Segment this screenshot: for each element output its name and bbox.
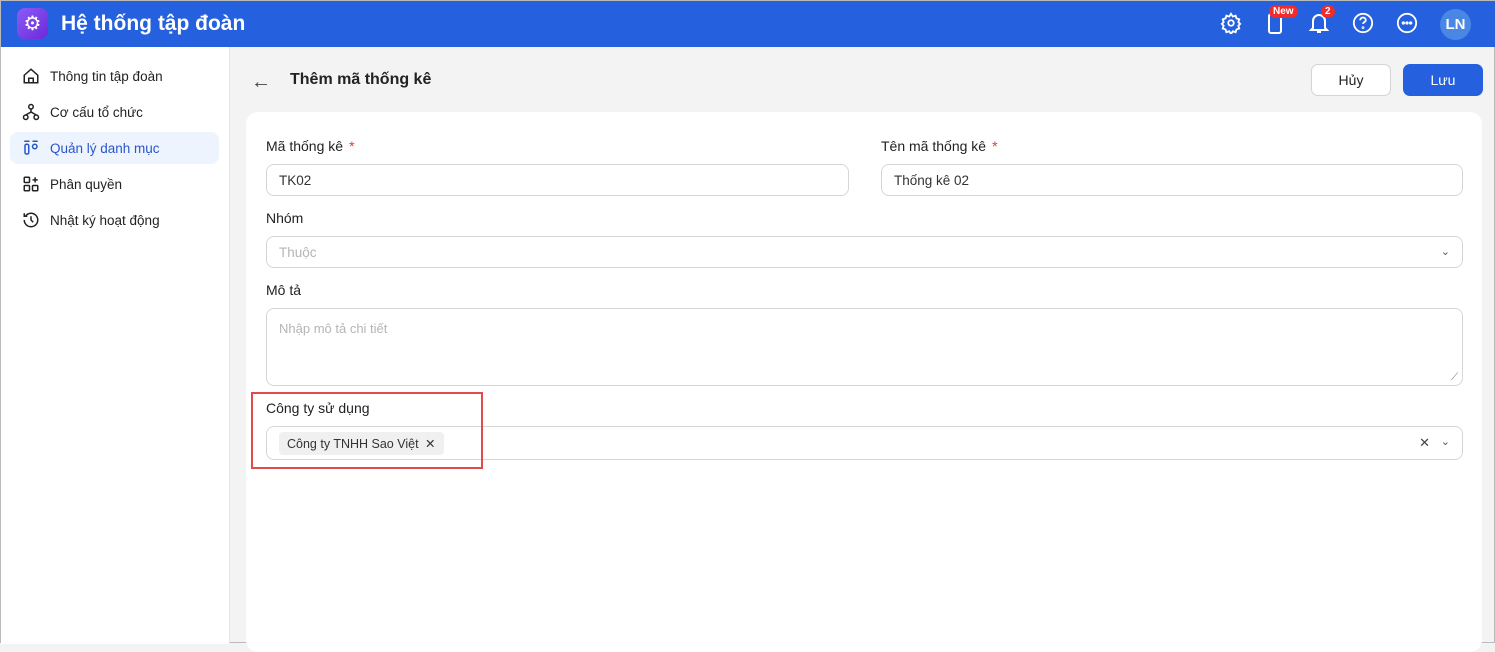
sidebar-item-label: Quản lý danh mục	[50, 140, 160, 156]
name-label: Tên mã thống kê *	[881, 138, 998, 154]
sidebar-item-label: Nhật ký hoạt động	[50, 212, 160, 228]
app-title: Hệ thống tập đoàn	[61, 12, 246, 35]
chevron-down-icon[interactable]: ⌄	[1441, 435, 1450, 448]
sidebar-item-permissions[interactable]: Phân quyền	[10, 168, 219, 200]
sidebar-item-catalog[interactable]: Quản lý danh mục	[10, 132, 219, 164]
description-placeholder: Nhập mô tả chi tiết	[279, 321, 388, 336]
top-header: ⚙ Hệ thống tập đoàn New 2 LN	[1, 1, 1495, 47]
notification-count: 2	[1321, 5, 1335, 18]
cancel-button[interactable]: Hủy	[1311, 64, 1391, 96]
clear-icon[interactable]: ✕	[1419, 435, 1430, 451]
sidebar-item-label: Cơ cấu tổ chức	[50, 104, 143, 120]
sidebar: Thông tin tập đoàn Cơ cấu tổ chức Quản l…	[1, 47, 230, 644]
apps-add-icon	[23, 176, 39, 192]
back-arrow-icon[interactable]: ←	[251, 71, 271, 94]
more-icon[interactable]	[1395, 11, 1419, 35]
settings-icon[interactable]	[1219, 11, 1243, 35]
app-logo-icon: ⚙	[17, 8, 48, 39]
resize-handle-icon[interactable]: ⟋	[1451, 372, 1458, 383]
group-select[interactable]: Thuộc ⌄	[266, 236, 1463, 268]
catalog-icon	[24, 140, 38, 155]
sidebar-item-group-info[interactable]: Thông tin tập đoàn	[10, 60, 219, 92]
sidebar-item-label: Phân quyền	[50, 176, 123, 192]
home-icon	[23, 68, 39, 84]
save-button[interactable]: Lưu	[1403, 64, 1483, 96]
sidebar-item-org-structure[interactable]: Cơ cấu tổ chức	[10, 96, 219, 128]
org-chart-icon	[22, 103, 40, 121]
code-label: Mã thống kê *	[266, 138, 355, 154]
name-input[interactable]: Thống kê 02	[881, 164, 1463, 196]
chevron-down-icon: ⌄	[1440, 246, 1450, 258]
new-badge: New	[1269, 5, 1298, 18]
group-placeholder: Thuộc	[279, 244, 317, 260]
sidebar-item-activity-log[interactable]: Nhật ký hoạt động	[10, 204, 219, 236]
page-title: Thêm mã thống kê	[290, 71, 432, 88]
description-textarea[interactable]: Nhập mô tả chi tiết ⟋	[266, 308, 1463, 386]
highlight-box	[251, 392, 483, 469]
history-icon	[23, 212, 39, 228]
help-icon[interactable]	[1351, 11, 1375, 35]
description-label: Mô tả	[266, 282, 302, 298]
user-avatar[interactable]: LN	[1440, 9, 1471, 40]
code-input[interactable]: TK02	[266, 164, 849, 196]
group-label: Nhóm	[266, 210, 304, 226]
sidebar-item-label: Thông tin tập đoàn	[50, 68, 163, 84]
